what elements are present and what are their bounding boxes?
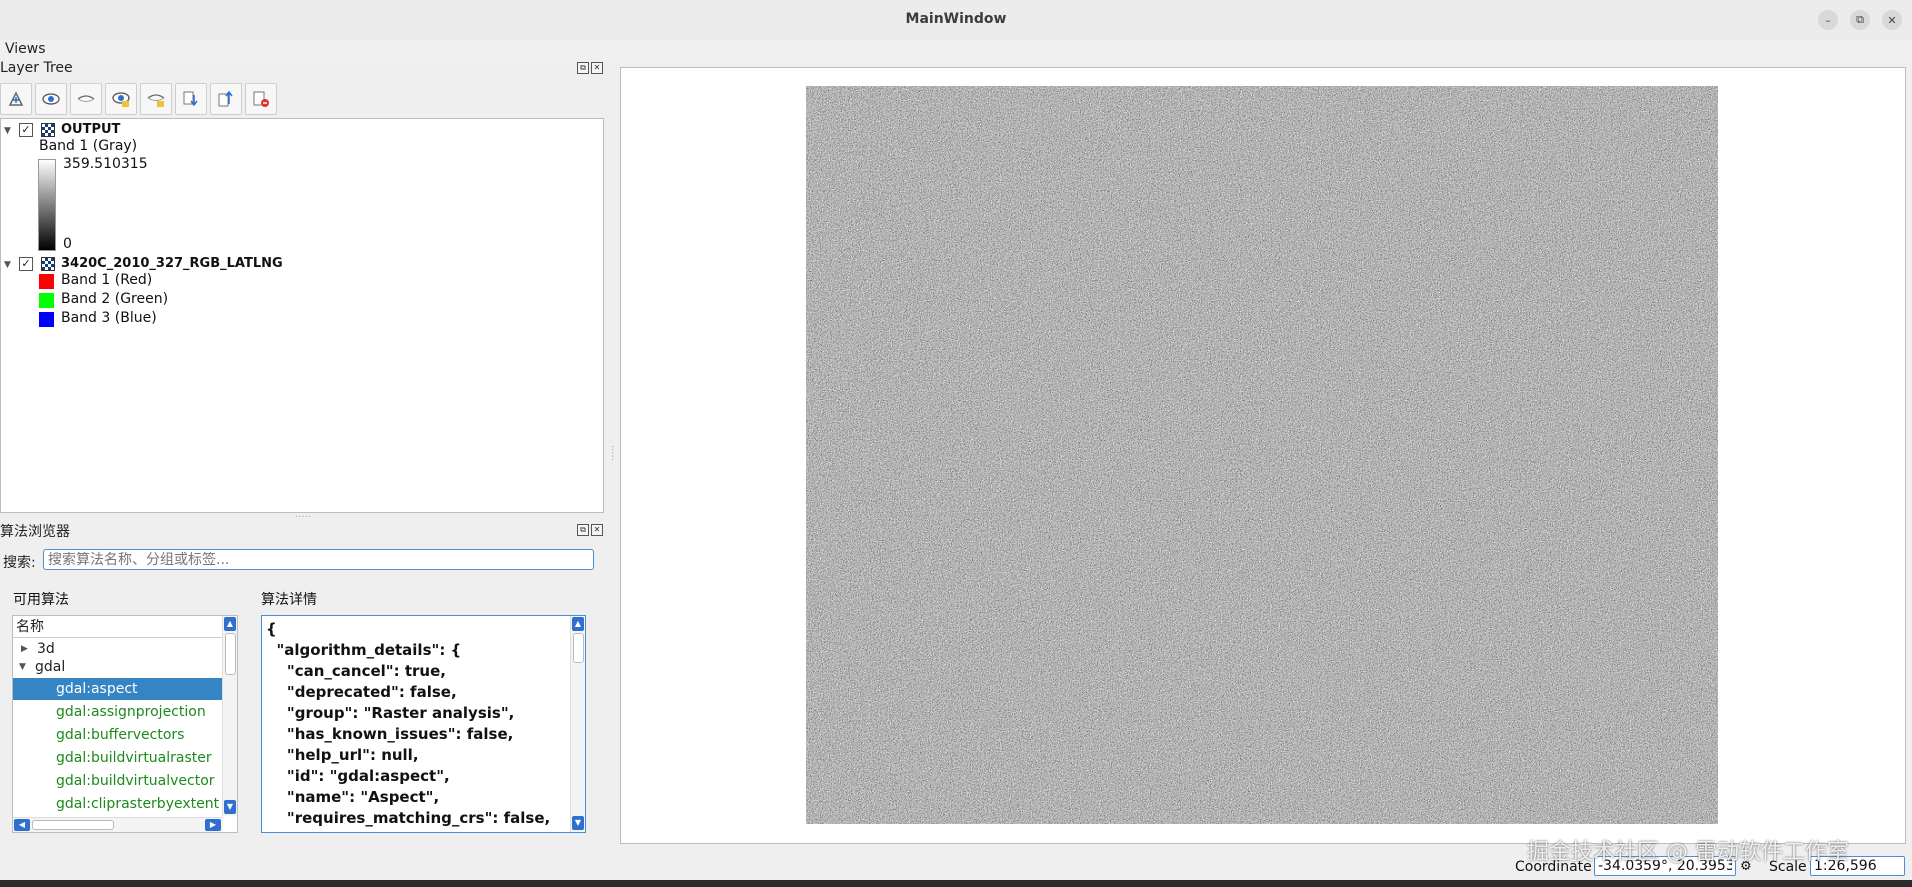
- band-blue-label: Band 3 (Blue): [61, 310, 157, 326]
- search-label: 搜索:: [3, 555, 36, 571]
- scroll-up-icon[interactable]: ▲: [572, 617, 584, 631]
- band-green-swatch: [39, 293, 54, 308]
- chevron-down-icon: ▼: [19, 662, 26, 672]
- layer-rgb-name[interactable]: 3420C_2010_327_RGB_LATLNG: [61, 256, 283, 271]
- hide-layer-icon: [77, 95, 95, 102]
- legend-min-value: 0: [63, 236, 72, 252]
- algorithm-label: gdal:assignprojection: [56, 704, 206, 720]
- raster-noise: [806, 86, 1718, 824]
- algorithm-list-hscrollbar[interactable]: ◀ ▶: [13, 817, 223, 832]
- scroll-thumb[interactable]: [225, 633, 236, 675]
- algorithm-row[interactable]: gdal:buildvirtualraster: [13, 747, 223, 769]
- layer-tree-close-button[interactable]: ✕: [591, 62, 603, 74]
- hide-layer-button[interactable]: [70, 83, 102, 115]
- algorithm-browser-close-button[interactable]: ✕: [591, 524, 603, 536]
- legend-max-value: 359.510315: [63, 156, 148, 172]
- layer-rgb-checkbox[interactable]: ✓: [19, 257, 33, 271]
- available-algorithms-label: 可用算法: [13, 592, 69, 608]
- close-button[interactable]: ✕: [1882, 10, 1902, 30]
- group-row-gdal[interactable]: ▼ gdal: [13, 656, 223, 678]
- scroll-left-icon[interactable]: ◀: [14, 819, 30, 831]
- minimize-button[interactable]: –: [1818, 10, 1838, 30]
- move-up-button[interactable]: [210, 83, 242, 115]
- algorithm-row[interactable]: gdal:buffervectors: [13, 724, 223, 746]
- window-title: MainWindow: [905, 11, 1007, 27]
- scroll-thumb[interactable]: [32, 820, 114, 830]
- toggle-visibility-icon: [112, 92, 130, 107]
- algorithm-label: gdal:buildvirtualvector: [56, 773, 215, 789]
- scroll-up-icon[interactable]: ▲: [224, 617, 236, 631]
- remove-layer-icon: [253, 91, 269, 107]
- splitter-handle[interactable]: ·····: [295, 512, 311, 523]
- scroll-right-icon[interactable]: ▶: [205, 819, 221, 831]
- algorithm-row[interactable]: gdal:buildvirtualvector: [13, 770, 223, 792]
- algorithm-list-vscrollbar[interactable]: ▲ ▼: [222, 616, 237, 816]
- add-group-button[interactable]: [0, 83, 32, 115]
- main-window: MainWindow – ⧉ ✕ Views Layer Tree ⧉ ✕ ▼ …: [0, 0, 1912, 880]
- menu-views[interactable]: Views: [5, 41, 46, 57]
- gray-ramp-legend: [38, 159, 56, 251]
- scroll-down-icon[interactable]: ▼: [224, 800, 236, 814]
- move-down-button[interactable]: [175, 83, 207, 115]
- show-layer-button[interactable]: [35, 83, 67, 115]
- algorithm-row[interactable]: gdal:assignprojection: [13, 701, 223, 723]
- algorithm-search-input[interactable]: [43, 549, 594, 570]
- watermark: 掘金技术社区 @ 雷动软件工作室: [1527, 840, 1849, 865]
- layer-output-name[interactable]: OUTPUT: [61, 122, 120, 137]
- toggle-visibility-button[interactable]: [105, 83, 137, 115]
- algorithm-browser-float-button[interactable]: ⧉: [577, 524, 589, 536]
- algorithm-label: gdal:buffervectors: [56, 727, 185, 743]
- filter-layer-icon: [147, 94, 165, 107]
- algorithm-details-view[interactable]: { "algorithm_details": { "can_cancel": t…: [261, 615, 586, 833]
- band-green-label: Band 2 (Green): [61, 291, 169, 307]
- raster-layer-icon: [41, 257, 55, 271]
- details-vscrollbar[interactable]: ▲ ▼: [570, 616, 585, 832]
- group-label: gdal: [35, 659, 66, 675]
- column-header-name[interactable]: 名称: [13, 616, 223, 638]
- band-red-swatch: [39, 274, 54, 289]
- raster-layer-icon: [41, 123, 55, 137]
- algorithm-row-selected[interactable]: gdal:aspect: [13, 678, 223, 700]
- move-up-icon: [218, 90, 233, 107]
- layer-tree-title: Layer Tree: [0, 60, 73, 76]
- layer-output-checkbox[interactable]: ✓: [19, 123, 33, 137]
- add-group-icon: [8, 91, 24, 106]
- scroll-down-icon[interactable]: ▼: [572, 816, 584, 830]
- vertical-splitter-handle[interactable]: ·····: [606, 445, 617, 461]
- algorithm-label: gdal:buildvirtualraster: [56, 750, 212, 766]
- maximize-button[interactable]: ⧉: [1850, 10, 1870, 30]
- layer-tree-float-button[interactable]: ⧉: [577, 62, 589, 74]
- show-layer-icon: [42, 93, 60, 105]
- algorithm-row[interactable]: gdal:cliprasterbyextent: [13, 793, 223, 815]
- algorithm-browser-title: 算法浏览器: [0, 524, 70, 540]
- raster-image: [806, 86, 1718, 824]
- layer-tree-view[interactable]: ▼ ✓ OUTPUT Band 1 (Gray) 359.510315 0 ▼ …: [0, 118, 604, 513]
- algorithm-tree[interactable]: 名称 ▶ 3d ▼ gdal gdal:aspect gdal:assignpr…: [12, 615, 238, 833]
- algorithm-label: gdal:cliprasterbyextent: [56, 796, 220, 812]
- filter-layer-button[interactable]: [140, 83, 172, 115]
- scroll-thumb[interactable]: [573, 633, 584, 663]
- layer-output-band: Band 1 (Gray): [39, 138, 138, 154]
- remove-layer-button[interactable]: [245, 83, 277, 115]
- menu-bar: Views: [0, 40, 1912, 60]
- band-red-label: Band 1 (Red): [61, 272, 153, 288]
- chevron-down-icon[interactable]: ▼: [4, 260, 11, 270]
- band-blue-swatch: [39, 312, 54, 327]
- algorithm-label: gdal:aspect: [56, 681, 138, 697]
- layer-toolbar: [0, 83, 277, 115]
- move-down-icon: [183, 91, 198, 107]
- title-bar: MainWindow – ⧉ ✕: [0, 0, 1912, 41]
- algorithm-details-label: 算法详情: [261, 592, 317, 608]
- algorithm-details-json: { "algorithm_details": { "can_cancel": t…: [266, 620, 551, 827]
- chevron-down-icon[interactable]: ▼: [4, 126, 11, 136]
